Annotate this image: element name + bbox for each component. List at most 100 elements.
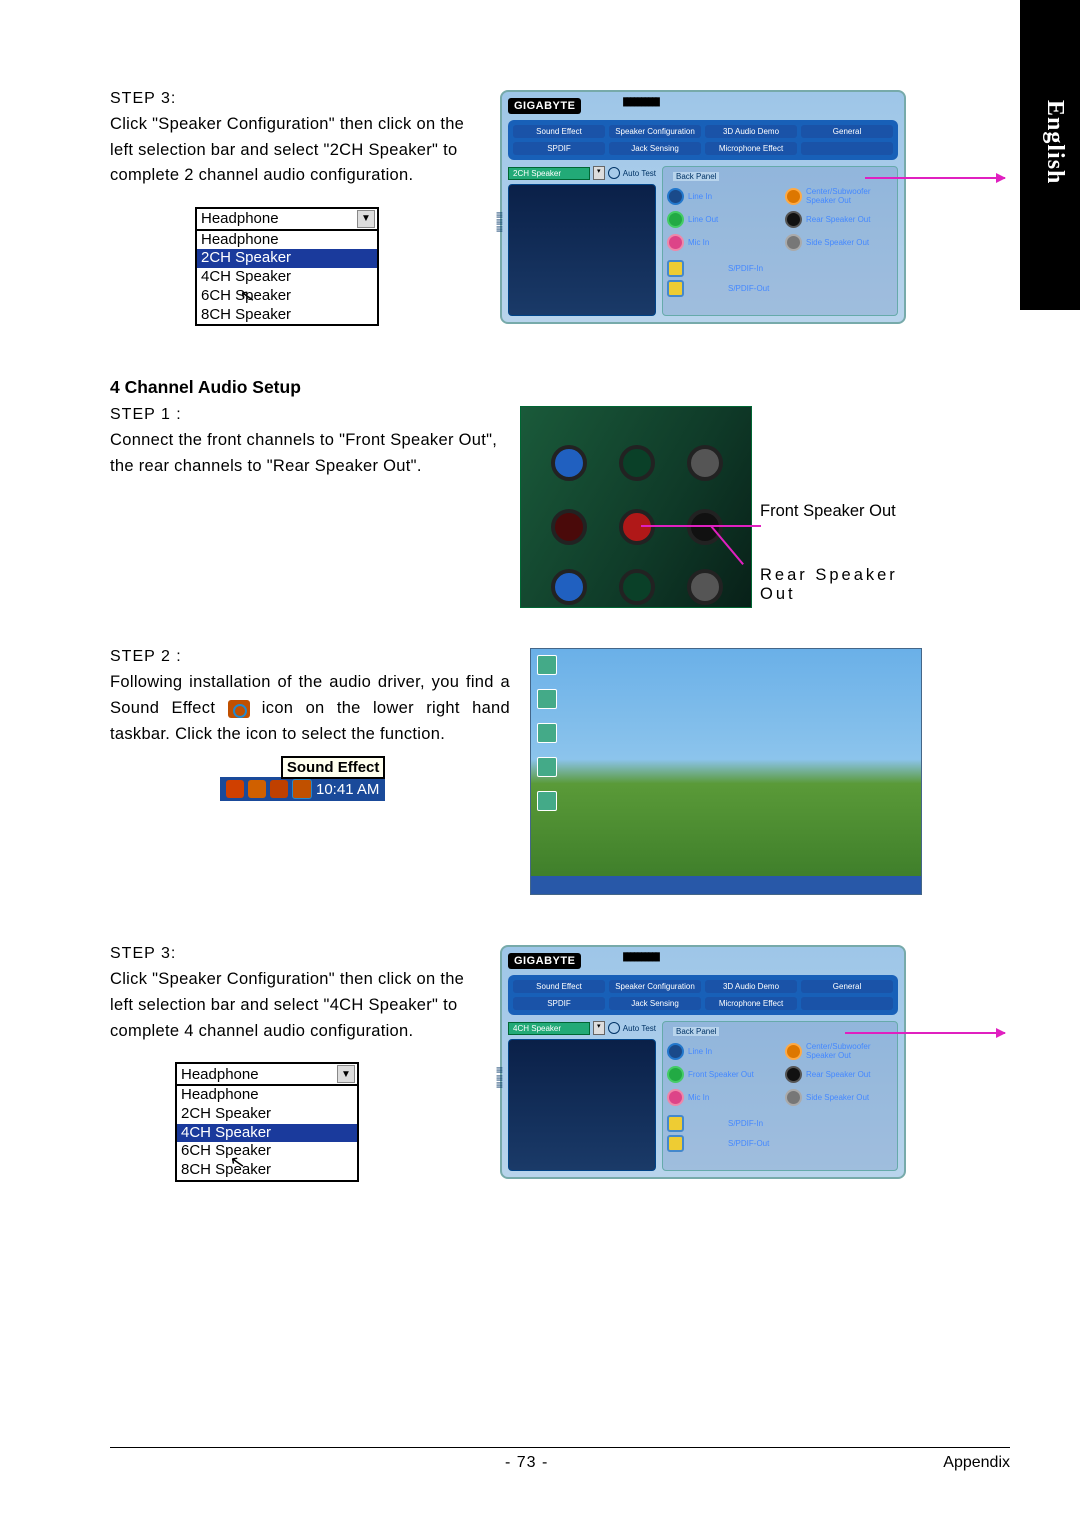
step3a-label: STEP 3: xyxy=(110,90,480,108)
dropdown-selected: Headphone xyxy=(201,210,279,227)
step3b-text: Click "Speaker Configuration" then click… xyxy=(110,967,480,1044)
cursor-icon: ↖ xyxy=(238,285,257,308)
audio-jack[interactable]: Side Speaker Out xyxy=(785,234,893,251)
dropdown-option[interactable]: 6CH Speaker xyxy=(197,287,377,306)
radio-icon[interactable] xyxy=(608,1022,620,1034)
gigabyte-logo: GIGABYTE xyxy=(508,953,581,969)
step2-text: Following installation of the audio driv… xyxy=(110,670,510,747)
audio-jack[interactable]: Side Speaker Out xyxy=(785,1089,893,1106)
sound-effect-tooltip: Sound Effect xyxy=(281,756,386,779)
speaker-preview xyxy=(508,1039,656,1171)
panel-selector[interactable]: 4CH Speaker xyxy=(508,1022,590,1035)
auto-test-label[interactable]: Auto Test xyxy=(623,1024,656,1033)
dropdown-option[interactable]: 4CH Speaker xyxy=(197,268,377,287)
page-footer: - 73 - Appendix xyxy=(110,1447,1010,1472)
ruler-icon: ▮▮▮▮▮▮▮▮▮▮ xyxy=(622,94,658,108)
callout-arrow xyxy=(865,177,1005,179)
tray-icon[interactable] xyxy=(270,780,288,798)
panel-tab[interactable]: Jack Sensing xyxy=(609,142,701,155)
spdif-jack[interactable]: S/PDIF-In xyxy=(667,260,893,277)
step3b-label: STEP 3: xyxy=(110,945,480,963)
gigabyte-logo: GIGABYTE xyxy=(508,98,581,114)
panel-tab[interactable]: Microphone Effect xyxy=(705,142,797,155)
sound-effect-icon xyxy=(228,700,250,718)
back-panel-title: Back Panel xyxy=(673,1027,719,1036)
chevron-down-icon[interactable]: ▼ xyxy=(337,1065,355,1083)
dropdown-option[interactable]: 8CH Speaker xyxy=(197,306,377,325)
audio-jack[interactable]: Rear Speaker Out xyxy=(785,211,893,228)
audio-jack[interactable]: Line Out xyxy=(667,211,775,228)
audio-jack[interactable]: Center/Subwoofer Speaker Out xyxy=(785,1042,893,1060)
radio-icon[interactable] xyxy=(608,167,620,179)
spdif-jack[interactable]: S/PDIF-Out xyxy=(667,1135,893,1152)
dropdown-selected: Headphone xyxy=(181,1066,259,1083)
panel-tab[interactable]: 3D Audio Demo xyxy=(705,125,797,138)
audio-jack[interactable]: Line In xyxy=(667,1042,775,1060)
panel-tab[interactable]: Speaker Configuration xyxy=(609,125,701,138)
panel-tab[interactable]: SPDIF xyxy=(513,997,605,1010)
equalizer-icon: ≡≡≡ xyxy=(496,212,503,234)
panel-tab[interactable] xyxy=(801,142,893,155)
sound-effect-icon[interactable] xyxy=(292,779,312,799)
tray-icon[interactable] xyxy=(248,780,266,798)
equalizer-icon: ≡≡≡ xyxy=(496,1067,503,1089)
panel-tab[interactable]: General xyxy=(801,980,893,993)
chevron-down-icon[interactable]: ▼ xyxy=(357,210,375,228)
dropdown-option[interactable]: Headphone xyxy=(197,231,377,250)
panel-tab[interactable]: 3D Audio Demo xyxy=(705,980,797,993)
heading-4ch: 4 Channel Audio Setup xyxy=(110,377,1010,398)
clock: 10:41 AM xyxy=(316,781,379,798)
desktop-screenshot xyxy=(530,648,922,895)
chevron-down-icon[interactable]: ▾ xyxy=(593,166,605,180)
label-front-speaker: Front Speaker Out xyxy=(760,502,930,521)
audio-jack[interactable]: Center/Subwoofer Speaker Out xyxy=(785,187,893,205)
audio-jack[interactable]: Front Speaker Out xyxy=(667,1066,775,1083)
panel-tab[interactable]: Sound Effect xyxy=(513,125,605,138)
panel-tab[interactable]: General xyxy=(801,125,893,138)
dropdown-option[interactable]: 2CH Speaker xyxy=(177,1105,357,1124)
panel-tab[interactable]: Microphone Effect xyxy=(705,997,797,1010)
rear-panel-photo xyxy=(520,406,752,608)
spdif-jack[interactable]: S/PDIF-Out xyxy=(667,280,893,297)
speaker-preview xyxy=(508,184,656,316)
dropdown-option[interactable]: 4CH Speaker xyxy=(177,1124,357,1143)
desktop-icon xyxy=(537,723,557,743)
step1-label: STEP 1 : xyxy=(110,406,510,424)
auto-test-label[interactable]: Auto Test xyxy=(623,169,656,178)
audio-jack[interactable]: Mic In xyxy=(667,1089,775,1106)
gigabyte-panel-4ch: GIGABYTE ▮▮▮▮▮▮▮▮▮▮ Sound EffectSpeaker … xyxy=(500,945,906,1179)
dropdown-option[interactable]: 2CH Speaker xyxy=(197,249,377,268)
desktop-icon xyxy=(537,791,557,811)
audio-jack[interactable]: Mic In xyxy=(667,234,775,251)
taskbar-tray: 10:41 AM xyxy=(220,777,385,801)
dropdown-option[interactable]: 6CH Speaker xyxy=(177,1142,357,1161)
gigabyte-panel-2ch: GIGABYTE ▮▮▮▮▮▮▮▮▮▮ Sound Effect Speaker … xyxy=(500,90,906,324)
taskbar xyxy=(531,876,921,894)
panel-tab[interactable]: Speaker Configuration xyxy=(609,980,701,993)
step1-text: Connect the front channels to "Front Spe… xyxy=(110,428,510,479)
panel-tab[interactable] xyxy=(801,997,893,1010)
back-panel-title: Back Panel xyxy=(673,172,719,181)
dropdown-option[interactable]: 8CH Speaker xyxy=(177,1161,357,1180)
panel-selector[interactable]: 2CH Speaker xyxy=(508,167,590,180)
section-name: Appendix xyxy=(943,1454,1010,1472)
page-number: - 73 - xyxy=(505,1454,548,1472)
speaker-dropdown-2ch[interactable]: Headphone ▼ Headphone2CH Speaker4CH Spea… xyxy=(195,207,379,327)
panel-tab[interactable]: Sound Effect xyxy=(513,980,605,993)
step2-label: STEP 2 : xyxy=(110,648,510,666)
chevron-down-icon[interactable]: ▾ xyxy=(593,1021,605,1035)
label-rear-speaker: Rear Speaker Out xyxy=(760,566,930,604)
desktop-icon xyxy=(537,689,557,709)
audio-jack[interactable]: Rear Speaker Out xyxy=(785,1066,893,1083)
desktop-icon xyxy=(537,757,557,777)
step3a-text: Click "Speaker Configuration" then click… xyxy=(110,112,480,189)
audio-jack[interactable]: Line In xyxy=(667,187,775,205)
callout-arrow xyxy=(845,1032,1005,1034)
dropdown-option[interactable]: Headphone xyxy=(177,1086,357,1105)
desktop-icon xyxy=(537,655,557,675)
spdif-jack[interactable]: S/PDIF-In xyxy=(667,1115,893,1132)
panel-tab[interactable]: SPDIF xyxy=(513,142,605,155)
tray-icon[interactable] xyxy=(226,780,244,798)
speaker-dropdown-4ch[interactable]: Headphone ▼ Headphone2CH Speaker4CH Spea… xyxy=(175,1062,359,1182)
panel-tab[interactable]: Jack Sensing xyxy=(609,997,701,1010)
